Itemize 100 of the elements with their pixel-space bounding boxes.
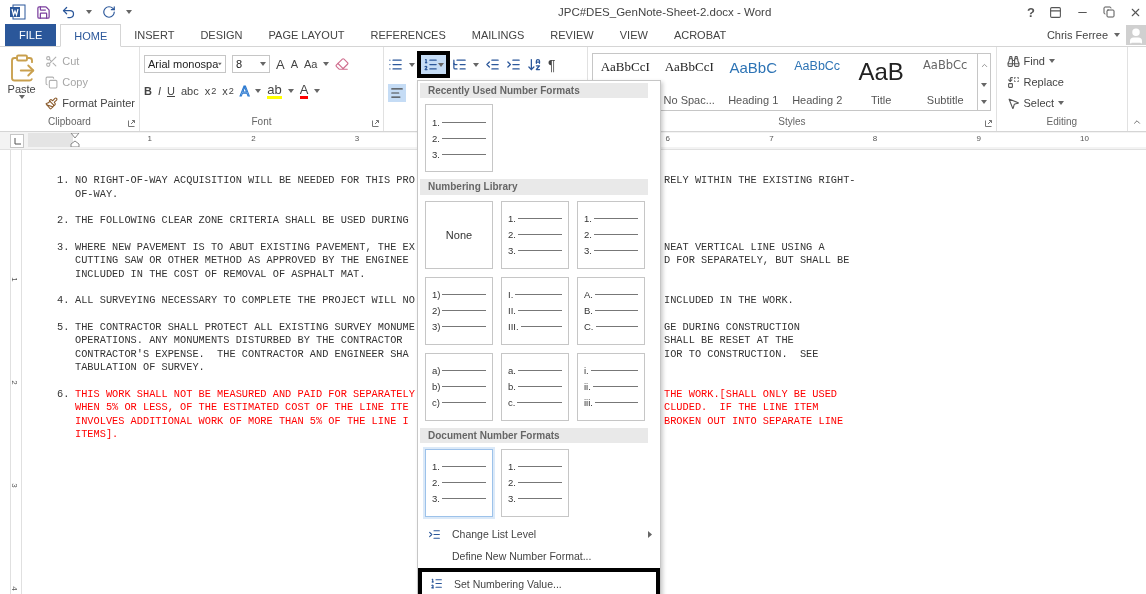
- align-left-button[interactable]: [388, 84, 406, 102]
- document-text: OPERATIONS. ANY MONUMENTS DISTURBED BY THE CONTRACTOR: [75, 334, 403, 348]
- font-color-button[interactable]: A: [299, 83, 309, 99]
- number-format-tile[interactable]: a) b) c): [425, 352, 493, 421]
- ruler-number: 2: [251, 134, 256, 143]
- file-tab[interactable]: FILE: [5, 24, 57, 46]
- number-format-tile[interactable]: I. II. III.: [501, 276, 569, 345]
- style-preview[interactable]: AaBbCcI: [600, 60, 650, 73]
- style-name[interactable]: Title: [871, 94, 892, 106]
- ruler-number: 8: [872, 134, 878, 143]
- style-name[interactable]: Subtitle: [926, 94, 964, 106]
- format-button[interactable]: B: [144, 85, 152, 97]
- ruler-number: 4: [9, 586, 19, 591]
- number-format-tile[interactable]: None: [425, 200, 493, 269]
- document-text: NEAT VERTICAL LINE USING A: [664, 240, 825, 254]
- collapse-ribbon-icon[interactable]: [1132, 117, 1142, 127]
- multilevel-list-icon[interactable]: [452, 57, 467, 72]
- increase-indent-icon[interactable]: [506, 57, 521, 72]
- ribbon-tab[interactable]: DESIGN: [187, 24, 256, 46]
- ruler-number: 1: [147, 134, 153, 143]
- number-format-tile[interactable]: 1. 2. 3.: [425, 104, 493, 173]
- menu-section-heading: Document Number Formats: [420, 427, 648, 443]
- clear-formatting-icon[interactable]: [335, 57, 350, 71]
- menu-item[interactable]: Change List Level: [420, 523, 660, 545]
- style-preview[interactable]: AaBbCcI: [664, 60, 714, 73]
- ribbon-tab[interactable]: MAILINGS: [458, 24, 538, 46]
- format-button[interactable]: abc: [180, 85, 199, 97]
- restore-icon[interactable]: [1103, 6, 1115, 18]
- menu-item[interactable]: Set Numbering Value...: [418, 568, 660, 594]
- group-label: Font: [250, 116, 273, 129]
- app-logo-icon[interactable]: [10, 4, 26, 20]
- align-left-icon: [390, 86, 404, 100]
- style-name[interactable]: Heading 2: [792, 94, 843, 106]
- shrink-font-button[interactable]: A: [290, 58, 298, 70]
- menu-section-heading: Recently Used Number Formats: [420, 83, 648, 99]
- format-button[interactable]: I: [157, 85, 161, 97]
- number-format-tile[interactable]: 1. 2. 3.: [501, 448, 569, 517]
- caret-icon: [287, 89, 294, 93]
- ribbon-tab[interactable]: REVIEW: [537, 24, 607, 46]
- ribbon-tab[interactable]: VIEW: [606, 24, 661, 46]
- ruler-number: 10: [1080, 134, 1089, 143]
- ribbon-tab[interactable]: PAGE LAYOUT: [255, 24, 358, 46]
- ribbon-tab[interactable]: HOME: [60, 24, 122, 47]
- dialog-launcher-icon[interactable]: [372, 120, 379, 127]
- editing-command[interactable]: Find: [1006, 52, 1123, 70]
- ribbon-tab[interactable]: INSERT: [121, 24, 188, 46]
- ribbon-tab[interactable]: REFERENCES: [357, 24, 459, 46]
- paintbrush-icon: [45, 96, 59, 110]
- change-case-button[interactable]: Aa: [304, 58, 318, 70]
- show-marks-button[interactable]: ¶: [548, 56, 556, 73]
- number-format-tile[interactable]: 1. 2. 3.: [577, 200, 645, 269]
- style-preview[interactable]: AaB: [858, 60, 904, 84]
- document-text: GE DURING CONSTRUCTION: [664, 320, 800, 334]
- format-button[interactable]: U: [167, 85, 175, 97]
- number-format-tile[interactable]: i. ii. iii.: [577, 352, 645, 421]
- list-number: 4.: [57, 294, 71, 308]
- caret-icon: [255, 89, 262, 93]
- save-icon[interactable]: [36, 4, 51, 20]
- clipboard-command[interactable]: Format Painter: [45, 94, 135, 112]
- paste-button[interactable]: Paste: [4, 51, 40, 116]
- style-name[interactable]: Heading 1: [728, 94, 779, 106]
- ruler-number: 6: [665, 134, 671, 143]
- document-text: NO RIGHT-OF-WAY ACQUISITION WILL BE NEEDED FOR THIS PRO: [75, 174, 415, 188]
- account-name[interactable]: Chris Ferree: [1046, 29, 1108, 41]
- grow-font-button[interactable]: A: [276, 56, 285, 72]
- menu-section-heading: Numbering Library: [420, 179, 648, 195]
- style-preview[interactable]: AaBbC: [729, 60, 777, 75]
- help-button[interactable]: ?: [1027, 4, 1035, 20]
- style-preview[interactable]: AaBbCc: [794, 60, 841, 73]
- font-size-field[interactable]: 8: [232, 55, 270, 73]
- redo-icon[interactable]: [102, 5, 116, 19]
- style-preview[interactable]: AaBbCc: [922, 60, 968, 72]
- ribbon-tab[interactable]: ACROBAT: [660, 24, 740, 46]
- highlight-button[interactable]: ab: [267, 83, 282, 99]
- dialog-launcher-icon[interactable]: [128, 120, 135, 127]
- number-format-tile[interactable]: A. B. C.: [577, 276, 645, 345]
- sort-icon[interactable]: [527, 57, 542, 72]
- style-name[interactable]: No Spac...: [663, 94, 715, 106]
- group-label: Clipboard: [47, 116, 92, 129]
- editing-command[interactable]: Select: [1006, 94, 1123, 112]
- dialog-launcher-icon[interactable]: [984, 120, 992, 127]
- document-text: BROKEN OUT INTO SEPARATE LINE: [664, 414, 844, 428]
- document-text: WHERE NEW PAVEMENT IS TO ABUT EXISTING PAVEMENT, THE EX: [75, 240, 415, 254]
- caret-icon: [473, 62, 479, 67]
- bullets-icon[interactable]: [388, 57, 403, 72]
- number-format-tile[interactable]: 1) 2) 3): [425, 276, 493, 345]
- number-format-tile[interactable]: 1. 2. 3.: [501, 200, 569, 269]
- document-text: ALL SURVEYING NECESSARY TO COMPLETE THE PROJECT WILL NO: [75, 294, 415, 308]
- number-format-tile[interactable]: 1. 2. 3.: [425, 448, 493, 517]
- editing-command[interactable]: Replace: [1006, 73, 1123, 91]
- pointer-icon: [1006, 96, 1020, 110]
- undo-icon[interactable]: [61, 4, 76, 20]
- menu-item[interactable]: Define New Number Format...: [420, 545, 660, 567]
- group-label: Styles: [777, 116, 807, 129]
- indent-marker-icon[interactable]: [70, 133, 80, 147]
- decrease-indent-icon[interactable]: [485, 57, 500, 72]
- font-name-field[interactable]: Arial monospa: [144, 55, 226, 73]
- list-number: 2.: [57, 214, 71, 228]
- ribbon-display-icon[interactable]: [1049, 5, 1062, 19]
- number-format-tile[interactable]: a. b. c.: [501, 352, 569, 421]
